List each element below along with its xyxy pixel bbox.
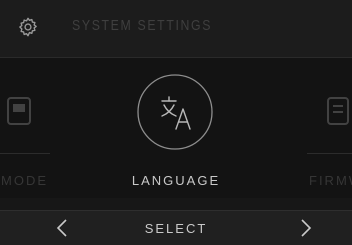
chevron-right-icon[interactable] <box>294 217 316 239</box>
firmware-icon <box>327 97 349 125</box>
menu-carousel: MODE LANGUAGE FIRM <box>0 58 352 198</box>
divider <box>0 153 50 154</box>
chevron-left-icon[interactable] <box>52 217 74 239</box>
divider <box>307 153 352 154</box>
gear-icon[interactable] <box>17 16 39 38</box>
carousel-item-label: LANGUAGE <box>131 173 221 188</box>
carousel-item-firmware[interactable]: FIRMWARE <box>307 58 352 198</box>
bottom-bar: SELECT <box>0 210 352 245</box>
page-title: SYSTEM SETTINGS <box>72 17 213 34</box>
carousel-item-label: FIRMWARE <box>309 173 352 188</box>
carousel-item-label: MODE <box>1 173 48 188</box>
header-bar: SYSTEM SETTINGS <box>0 0 352 58</box>
language-icon <box>137 74 213 150</box>
carousel-item-mode[interactable]: MODE <box>0 58 50 198</box>
mode-icon <box>7 97 31 125</box>
select-button[interactable]: SELECT <box>126 221 226 236</box>
carousel-item-language[interactable]: LANGUAGE <box>126 58 226 198</box>
settings-screen: SYSTEM SETTINGS MODE LANGUAGE FIRM SELEC… <box>0 0 352 245</box>
